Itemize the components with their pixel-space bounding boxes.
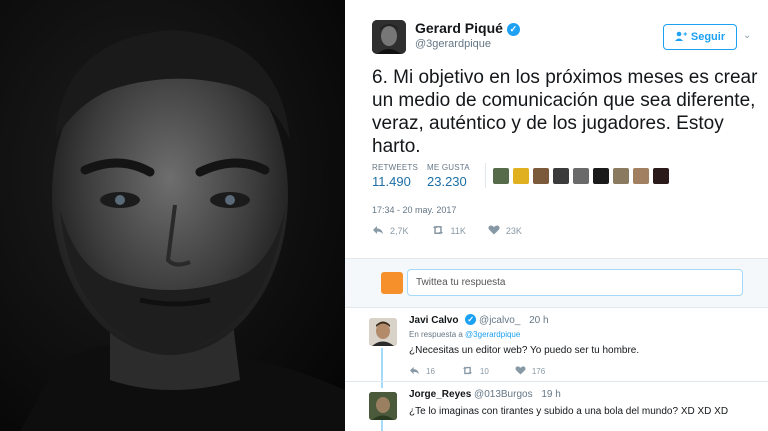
liker-avatar[interactable]: [573, 168, 589, 184]
like-action[interactable]: 176: [515, 366, 545, 377]
likes-label: ME GUSTA: [427, 163, 470, 172]
liker-avatar[interactable]: [633, 168, 649, 184]
reply-time[interactable]: 20 h: [529, 315, 548, 326]
reply-action[interactable]: 16: [409, 366, 435, 377]
retweet-count: 11K: [450, 226, 466, 236]
reply-actions: 16 10 176: [409, 366, 545, 377]
tweet-card: Gerard Piqué ✓ @3gerardpique Seguir ⌄ 6. …: [345, 0, 768, 431]
thread-connector: [381, 348, 383, 388]
retweet-count: 10: [479, 367, 489, 376]
like-action[interactable]: 23K: [488, 225, 522, 237]
reply-input[interactable]: Twittea tu respuesta: [407, 269, 743, 296]
retweet-action[interactable]: 10: [461, 366, 489, 377]
in-reply-mention[interactable]: @3gerardpique: [465, 330, 520, 339]
verified-badge-icon: ✓: [465, 314, 477, 325]
reply-author-handle[interactable]: @013Burgos: [474, 389, 533, 400]
tweet-actions: 2,7K 11K 23K: [372, 225, 522, 237]
retweet-action[interactable]: 11K: [431, 225, 466, 237]
reply-text: ¿Te lo imaginas con tirantes y subido a …: [409, 406, 729, 417]
verified-badge-icon: ✓: [506, 23, 520, 36]
tweet-timestamp[interactable]: 17:34 - 20 may. 2017: [372, 205, 456, 215]
portrait-photo: [0, 0, 345, 431]
liker-avatar[interactable]: [533, 168, 549, 184]
follow-label: Seguir: [690, 31, 726, 43]
retweets-count: 11.490: [372, 174, 411, 189]
reply-count: 2,7K: [390, 226, 409, 236]
reply-time[interactable]: 19 h: [541, 389, 560, 400]
reply-icon: [409, 366, 420, 377]
reply-author-row[interactable]: Javi Calvo ✓ @jcalvo_ 20 h: [409, 314, 549, 326]
thread-connector: [381, 420, 383, 431]
tweet-text: 6. Mi objetivo en los próximos meses es …: [372, 67, 758, 157]
portrait-illustration: [0, 0, 345, 431]
likes-stat[interactable]: ME GUSTA 23.230: [427, 163, 470, 189]
liker-avatar[interactable]: [613, 168, 629, 184]
reply-author-row[interactable]: Jorge_Reyes @013Burgos 19 h: [409, 389, 561, 400]
like-count: 23K: [505, 226, 522, 236]
stats-divider: [485, 163, 486, 188]
author-name-row[interactable]: Gerard Piqué ✓: [415, 20, 520, 36]
heart-icon: [515, 366, 526, 377]
reply-author-handle[interactable]: @jcalvo_: [479, 315, 520, 326]
chevron-down-icon[interactable]: ⌄: [743, 30, 751, 41]
like-count: 176: [531, 367, 546, 376]
author-name[interactable]: Gerard Piqué: [415, 20, 503, 36]
retweets-label: RETWEETS: [372, 163, 419, 172]
add-user-icon: [674, 31, 687, 44]
heart-icon: [488, 225, 500, 237]
liker-avatar[interactable]: [593, 168, 609, 184]
liker-avatar[interactable]: [653, 168, 669, 184]
reply-author-name[interactable]: Jorge_Reyes: [409, 389, 471, 400]
current-user-avatar: [381, 272, 403, 294]
follow-button[interactable]: Seguir: [663, 24, 737, 50]
reply-composer: Twittea tu respuesta: [345, 259, 768, 308]
divider: [345, 381, 768, 382]
reply-icon: [372, 225, 384, 237]
liker-avatar[interactable]: [553, 168, 569, 184]
author-avatar[interactable]: [372, 20, 406, 54]
in-reply-to: En respuesta a @3gerardpique: [409, 330, 520, 339]
in-reply-prefix: En respuesta a: [409, 330, 463, 339]
retweet-icon: [431, 225, 445, 237]
likers-avatars: [493, 168, 669, 184]
liker-avatar[interactable]: [513, 168, 529, 184]
author-handle[interactable]: @3gerardpique: [415, 38, 491, 50]
retweet-icon: [461, 366, 474, 377]
retweets-stat[interactable]: RETWEETS 11.490: [372, 163, 418, 189]
reply-avatar[interactable]: [369, 318, 397, 346]
reply-author-name[interactable]: Javi Calvo: [409, 315, 458, 326]
reply-action[interactable]: 2,7K: [372, 225, 409, 237]
likes-count: 23.230: [427, 174, 467, 189]
reply-avatar[interactable]: [369, 392, 397, 420]
liker-avatar[interactable]: [493, 168, 509, 184]
reply-count: 16: [426, 367, 435, 376]
reply-text: ¿Necesitas un editor web? Yo puedo ser t…: [409, 345, 640, 356]
